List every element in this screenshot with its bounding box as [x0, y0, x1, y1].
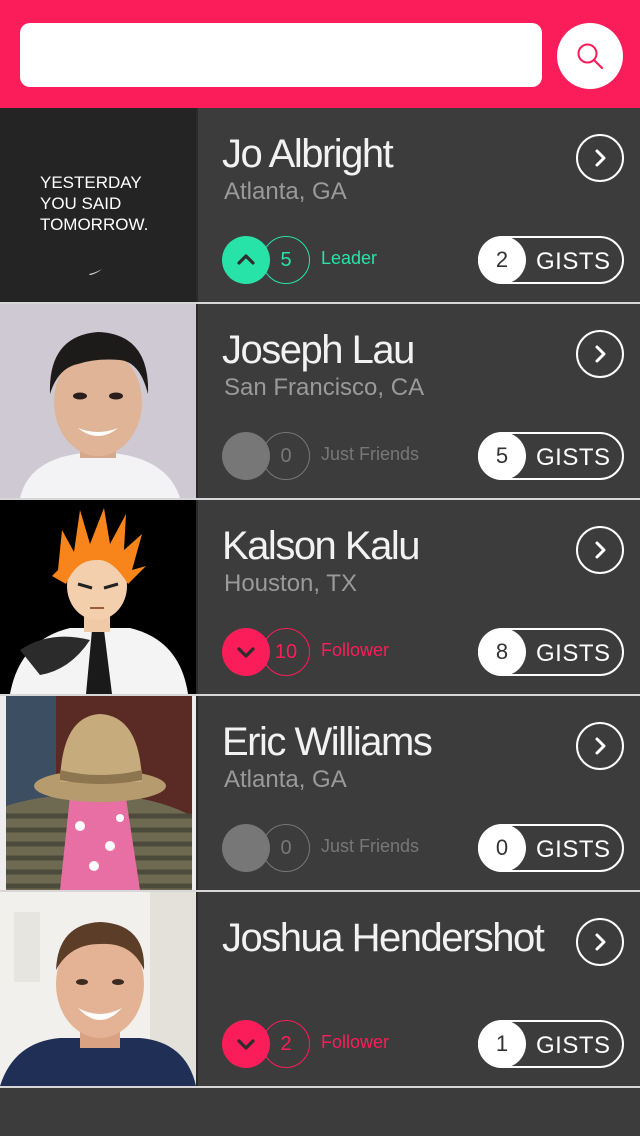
search-button[interactable]: [557, 23, 623, 89]
open-profile-button[interactable]: [576, 722, 624, 770]
relationship-label: Just Friends: [321, 444, 420, 464]
profile-row[interactable]: YESTERDAY YOU SAID TOMORROW. Jo Albright…: [0, 108, 640, 304]
profile-name: Kalson Kalu: [222, 524, 420, 568]
divider: [196, 892, 198, 1086]
gists-count: 5: [478, 432, 526, 480]
chevron-right-icon: [595, 149, 606, 167]
gists-label: GISTS: [536, 1032, 611, 1059]
search-input[interactable]: [20, 23, 542, 87]
relationship-badge: [222, 1020, 270, 1068]
gists-count: 1: [478, 1020, 526, 1068]
search-icon: [577, 43, 604, 70]
gists-button[interactable]: 5 GISTS: [478, 432, 624, 480]
profile-row[interactable]: Kalson Kalu Houston, TX 10 Follower 8 GI…: [0, 500, 640, 696]
avatar: YESTERDAY YOU SAID TOMORROW.: [0, 108, 196, 302]
relationship-badge: [222, 432, 270, 480]
relationship-label: Follower: [321, 1032, 390, 1052]
open-profile-button[interactable]: [576, 526, 624, 574]
divider: [196, 108, 198, 302]
avatar: [0, 696, 196, 890]
profile-location: Atlanta, GA: [224, 178, 347, 205]
chevron-down-icon: [237, 1039, 255, 1050]
gists-label: GISTS: [536, 836, 611, 863]
gists-button[interactable]: 2 GISTS: [478, 236, 624, 284]
relationship-label: Follower: [321, 640, 390, 660]
avatar: [0, 500, 196, 694]
gists-count: 8: [478, 628, 526, 676]
open-profile-button[interactable]: [576, 134, 624, 182]
relationship-badge: [222, 236, 270, 284]
gists-count: 0: [478, 824, 526, 872]
profile-location: San Francisco, CA: [224, 374, 425, 401]
profile-location: Houston, TX: [224, 570, 357, 597]
profile-row[interactable]: Eric Williams Atlanta, GA 0 Just Friends…: [0, 696, 640, 892]
profile-name: Jo Albright: [222, 132, 394, 176]
open-profile-button[interactable]: [576, 918, 624, 966]
gists-button[interactable]: 1 GISTS: [478, 1020, 624, 1068]
gists-button[interactable]: 8 GISTS: [478, 628, 624, 676]
profile-row[interactable]: Joshua Hendershot 2 Follower 1 GISTS: [0, 892, 640, 1088]
profile-list: YESTERDAY YOU SAID TOMORROW. Jo Albright…: [0, 108, 640, 1088]
gists-count: 2: [478, 236, 526, 284]
profile-name: Eric Williams: [222, 720, 433, 764]
divider: [196, 696, 198, 890]
avatar-caption-line: YESTERDAY: [40, 173, 142, 192]
relationship-badge: [222, 824, 270, 872]
avatar-caption-line: TOMORROW.: [40, 215, 148, 234]
chevron-right-icon: [595, 345, 606, 363]
avatar: [0, 304, 196, 498]
chevron-down-icon: [237, 647, 255, 658]
avatar-caption-line: YOU SAID: [40, 194, 121, 213]
chevron-right-icon: [595, 933, 606, 951]
chevron-right-icon: [595, 737, 606, 755]
profile-location: Atlanta, GA: [224, 766, 347, 793]
gists-button[interactable]: 0 GISTS: [478, 824, 624, 872]
divider: [196, 304, 198, 498]
divider: [196, 500, 198, 694]
chevron-right-icon: [595, 541, 606, 559]
gists-label: GISTS: [536, 248, 611, 275]
profile-name: Joseph Lau: [222, 328, 415, 372]
relationship-label: Leader: [321, 248, 378, 268]
search-header: [0, 0, 640, 108]
open-profile-button[interactable]: [576, 330, 624, 378]
avatar: [0, 892, 196, 1086]
chevron-up-icon: [237, 254, 255, 265]
gists-label: GISTS: [536, 640, 611, 667]
relationship-label: Just Friends: [321, 836, 420, 856]
profile-name: Joshua Hendershot: [222, 916, 545, 960]
gists-label: GISTS: [536, 444, 611, 471]
profile-row[interactable]: Joseph Lau San Francisco, CA 0 Just Frie…: [0, 304, 640, 500]
relationship-badge: [222, 628, 270, 676]
